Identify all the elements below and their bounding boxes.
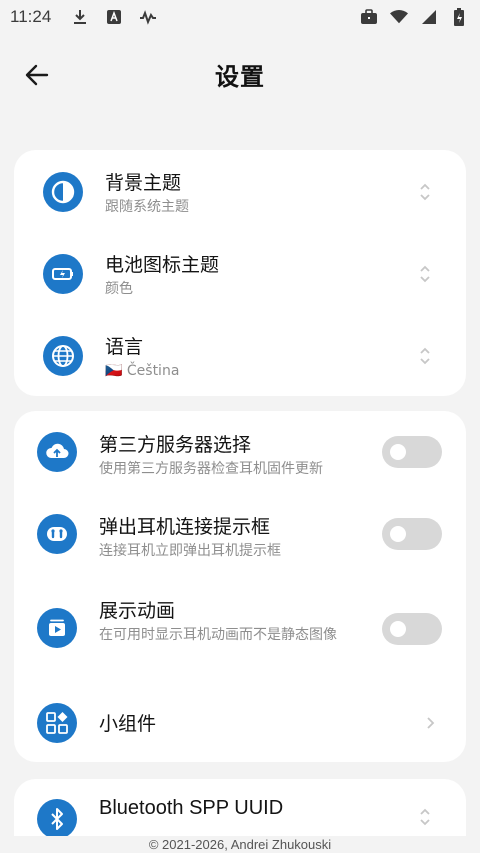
- widgets-title: 小组件: [99, 713, 157, 735]
- background-theme-value: 跟随系统主题: [105, 199, 189, 215]
- language-title: 语言: [105, 336, 144, 358]
- third-party-server-title: 第三方服务器选择: [99, 434, 252, 456]
- language-row[interactable]: 语言 🇨🇿 Čeština: [14, 332, 466, 394]
- play-card-icon: [37, 608, 77, 648]
- show-animation-desc: 在可用时显示耳机动画而不是静态图像: [99, 627, 337, 643]
- popup-dialog-row[interactable]: 弹出耳机连接提示框 连接耳机立即弹出耳机提示框: [14, 512, 466, 574]
- earbuds-icon: [37, 514, 77, 554]
- cloud-upload-icon: [37, 432, 77, 472]
- chevron-up-down-icon: [420, 347, 430, 365]
- background-theme-row[interactable]: 背景主题 跟随系统主题: [14, 168, 466, 230]
- toggle-knob: [390, 621, 406, 637]
- language-value: 🇨🇿 Čeština: [105, 363, 180, 379]
- battery-icon-theme-row[interactable]: 电池图标主题 颜色: [14, 250, 466, 312]
- status-bar: 11:24: [0, 0, 480, 34]
- toggle-knob: [390, 526, 406, 542]
- wifi-icon: [390, 8, 408, 26]
- widgets-icon: [37, 703, 77, 743]
- show-animation-row[interactable]: 展示动画 在可用时显示耳机动画而不是静态图像: [14, 596, 466, 676]
- status-time: 11:24: [10, 7, 52, 26]
- battery-icon-theme-title: 电池图标主题: [105, 254, 220, 276]
- battery-icon: [450, 8, 468, 26]
- globe-icon: [43, 336, 83, 376]
- chevron-up-down-icon: [420, 265, 430, 283]
- a-badge-icon: [105, 8, 123, 26]
- appearance-card: 背景主题 跟随系统主题 电池图标主题 颜色 语言 🇨🇿 Čeština: [14, 150, 466, 396]
- third-party-server-toggle[interactable]: [382, 436, 442, 468]
- battery-icon-theme-value: 颜色: [105, 281, 133, 297]
- third-party-server-row[interactable]: 第三方服务器选择 使用第三方服务器检查耳机固件更新: [14, 430, 466, 492]
- briefcase-icon: [360, 8, 378, 26]
- status-system-icons: [360, 8, 468, 26]
- features-card: 第三方服务器选择 使用第三方服务器检查耳机固件更新 弹出耳机连接提示框 连接耳机…: [14, 411, 466, 762]
- background-theme-title: 背景主题: [105, 172, 182, 194]
- third-party-server-desc: 使用第三方服务器检查耳机固件更新: [99, 461, 323, 477]
- status-notification-icons: [71, 8, 157, 26]
- bluetooth-icon: [37, 799, 77, 839]
- widgets-row[interactable]: 小组件: [14, 703, 466, 745]
- copyright-footer: © 2021-2026, Andrei Zhukouski: [0, 836, 480, 853]
- popup-dialog-title: 弹出耳机连接提示框: [99, 516, 271, 538]
- show-animation-title: 展示动画: [99, 600, 176, 622]
- battery-charge-icon: [43, 254, 83, 294]
- chevron-right-icon: [427, 717, 435, 729]
- back-button[interactable]: [22, 60, 52, 90]
- chevron-up-down-icon: [420, 808, 430, 826]
- popup-dialog-toggle[interactable]: [382, 518, 442, 550]
- download-icon: [71, 8, 89, 26]
- theme-contrast-icon: [43, 172, 83, 212]
- popup-dialog-desc: 连接耳机立即弹出耳机提示框: [99, 543, 281, 559]
- arrow-left-icon: [25, 64, 49, 86]
- app-header: 设置: [0, 48, 480, 100]
- activity-icon: [139, 8, 157, 26]
- chevron-up-down-icon: [420, 183, 430, 201]
- page-title: 设置: [215, 62, 265, 91]
- show-animation-toggle[interactable]: [382, 613, 442, 645]
- bluetooth-spp-uuid-title: Bluetooth SPP UUID: [99, 797, 284, 819]
- toggle-knob: [390, 444, 406, 460]
- signal-icon: [420, 8, 438, 26]
